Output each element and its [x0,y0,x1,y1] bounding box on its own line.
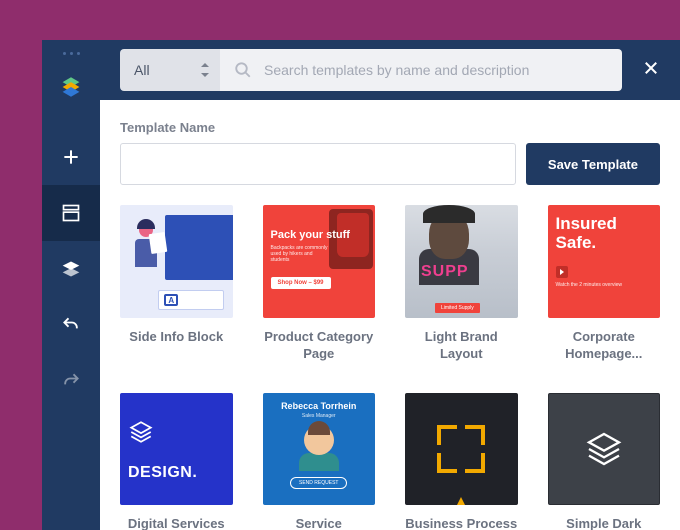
template-thumb [548,393,661,506]
template-title: Digital Services [120,515,233,530]
template-card[interactable]: Pack your stuff Backpacks are commonly u… [263,205,376,363]
app-logo [57,73,85,101]
search-wrap [220,49,622,91]
window-dots [63,52,80,55]
search-icon [234,61,252,79]
template-card[interactable]: SUPP Limited Supply Light Brand Layout [405,205,518,363]
template-title: Product Category Page [263,328,376,363]
select-arrows-icon [200,63,210,77]
template-card[interactable]: Business Process Page [405,393,518,530]
template-card[interactable]: A Side Info Block [120,205,233,363]
layers-icon [584,429,624,469]
search-input[interactable] [264,62,608,78]
template-thumb: SUPP Limited Supply [405,205,518,318]
play-icon [556,266,568,278]
main-panel: All Template Name Save Template [100,40,680,530]
template-title: Service Homepage [263,515,376,530]
add-button[interactable] [42,129,100,185]
template-thumb: Pack your stuff Backpacks are commonly u… [263,205,376,318]
save-template-button[interactable]: Save Template [526,143,660,185]
template-title: Side Info Block [120,328,233,346]
close-icon [642,59,660,77]
close-button[interactable] [642,59,660,82]
save-row: Save Template [120,143,660,185]
templates-button[interactable] [42,185,100,241]
app-window: All Template Name Save Template [42,40,680,530]
template-thumb: DESIGN. [120,393,233,506]
template-thumb [405,393,518,506]
template-title: Simple Dark Header [548,515,661,530]
redo-button[interactable] [42,353,100,409]
template-title: Corporate Homepage... [548,328,661,363]
topbar: All [100,40,680,100]
category-filter[interactable]: All [120,49,220,91]
template-card[interactable]: Simple Dark Header [548,393,661,530]
template-title: Light Brand Layout [405,328,518,363]
sidebar [42,40,100,530]
template-name-input[interactable] [120,143,516,185]
layers-button[interactable] [42,241,100,297]
template-title: Business Process Page [405,515,518,530]
template-thumb: A [120,205,233,318]
template-name-label: Template Name [120,120,660,135]
content: Template Name Save Template A Side Info … [100,100,680,530]
undo-button[interactable] [42,297,100,353]
layers-icon [128,419,154,450]
template-card[interactable]: Rebecca Torrhein Sales Manager SEND REQU… [263,393,376,530]
template-card[interactable]: Insured Safe. Watch the 2 minutes overvi… [548,205,661,363]
templates-grid: A Side Info Block Pack your stuff Backpa… [120,205,660,530]
template-thumb: Insured Safe. Watch the 2 minutes overvi… [548,205,661,318]
filter-label: All [134,62,150,78]
template-thumb: Rebecca Torrhein Sales Manager SEND REQU… [263,393,376,506]
template-card[interactable]: DESIGN. Digital Services [120,393,233,530]
